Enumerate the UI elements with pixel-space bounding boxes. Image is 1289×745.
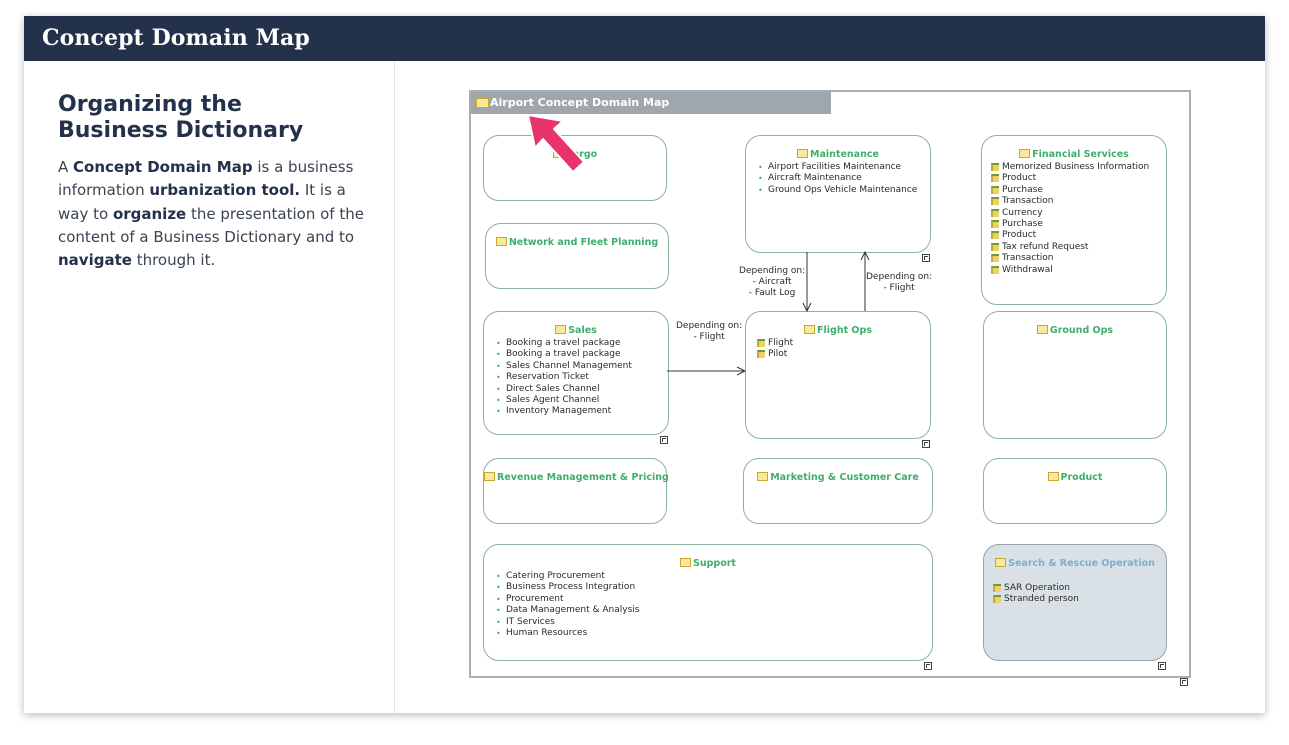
pointer-arrow-icon xyxy=(527,114,585,173)
header-bar: Concept Domain Map xyxy=(24,16,1265,61)
concept-domain-map: Airport Concept Domain Map Cargo Mainten… xyxy=(469,90,1191,686)
connector-label: Depending on: - Flight xyxy=(676,321,743,342)
section-title: Organizing the Business Dictionary xyxy=(58,92,304,143)
connector-label: Depending on: - Flight xyxy=(866,272,933,293)
connector-lines xyxy=(667,92,1189,676)
expand-icon[interactable] xyxy=(1180,678,1188,686)
column-divider xyxy=(394,61,395,713)
connector-label: Depending on: - Aircraft - Fault Log xyxy=(739,266,806,298)
page-title: Concept Domain Map xyxy=(42,25,310,51)
content-card: Concept Domain Map Organizing the Busine… xyxy=(24,16,1265,713)
section-description: A Concept Domain Map is a business infor… xyxy=(58,158,364,270)
